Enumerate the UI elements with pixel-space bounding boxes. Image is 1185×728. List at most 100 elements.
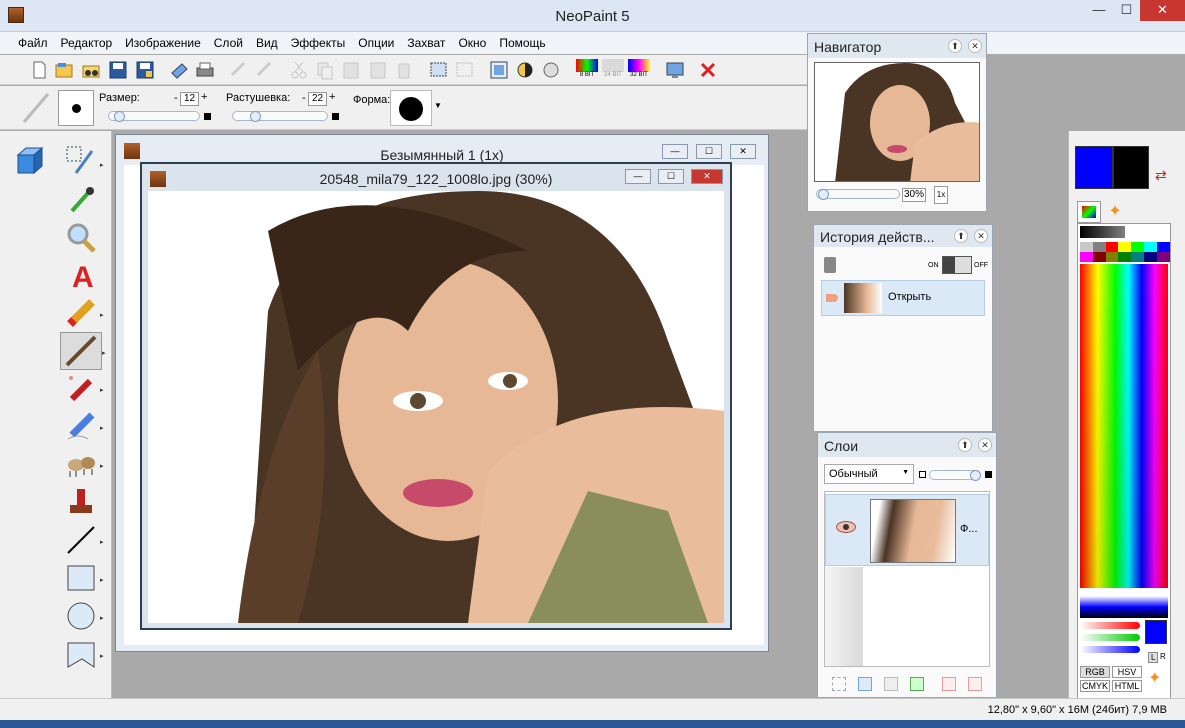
- color-swatch[interactable]: [1143, 252, 1157, 262]
- blue-slider[interactable]: [1080, 646, 1140, 653]
- color-swatch[interactable]: [1105, 252, 1119, 262]
- minimize-button[interactable]: —: [1085, 0, 1113, 21]
- shape-dropdown-icon[interactable]: ▼: [434, 101, 442, 110]
- history-item[interactable]: Открыть: [821, 280, 985, 316]
- cut-icon[interactable]: [288, 59, 310, 81]
- color-spectrum[interactable]: [1080, 264, 1168, 588]
- color-balance-icon[interactable]: [540, 59, 562, 81]
- color-swatch[interactable]: [1080, 242, 1093, 252]
- palette-tab-icon[interactable]: [1077, 201, 1101, 223]
- ellipse-tool-icon[interactable]: [64, 599, 100, 633]
- zoom-tool-icon[interactable]: [64, 221, 100, 255]
- history-toggle[interactable]: [942, 256, 972, 274]
- menu-view[interactable]: Вид: [248, 32, 283, 50]
- navigator-thumbnail[interactable]: [814, 62, 980, 182]
- print-icon[interactable]: [194, 59, 216, 81]
- layer-visibility-eye-icon[interactable]: [836, 521, 856, 533]
- doc-front-close-button[interactable]: ✕: [691, 169, 723, 184]
- color-swatch[interactable]: [1118, 242, 1132, 252]
- marker-tool-icon[interactable]: [64, 296, 100, 330]
- basic-swatches[interactable]: [1080, 242, 1170, 262]
- smudge-tool-arrow-icon[interactable]: ▸: [100, 424, 104, 432]
- navigator-zoom-knob[interactable]: [818, 189, 829, 200]
- color-swatch[interactable]: [1156, 242, 1170, 252]
- brush-tool-arrow-icon[interactable]: ▸: [102, 349, 106, 357]
- red-slider[interactable]: [1080, 622, 1140, 629]
- selection-tool-icon[interactable]: [64, 143, 100, 177]
- size-slider-knob[interactable]: [114, 111, 125, 122]
- stamp-animals-tool-icon[interactable]: [64, 447, 100, 481]
- layer-row[interactable]: Ф...: [825, 494, 989, 566]
- effects-tab-icon[interactable]: ✦: [1103, 201, 1127, 223]
- feather-plus[interactable]: +: [329, 91, 335, 103]
- 24bit-icon[interactable]: 24 BIT: [602, 59, 624, 81]
- menu-layer[interactable]: Слой: [206, 32, 248, 50]
- maximize-button[interactable]: ☐: [1113, 0, 1140, 21]
- doc-front-minimize-button[interactable]: —: [625, 169, 651, 184]
- select-all-icon[interactable]: [428, 59, 450, 81]
- save-as-icon[interactable]: [134, 59, 156, 81]
- text-tool-icon[interactable]: A: [64, 258, 100, 294]
- feather-minus[interactable]: -: [302, 92, 306, 104]
- delete-icon[interactable]: [393, 59, 415, 81]
- marker-tool-arrow-icon[interactable]: ▸: [100, 311, 104, 319]
- brush-tip-preview[interactable]: [58, 90, 94, 126]
- secondary-color-swatch[interactable]: [1113, 146, 1149, 189]
- rectangle-tool-icon[interactable]: [64, 561, 100, 595]
- history-pin-icon[interactable]: ⬆: [954, 229, 968, 243]
- merge-layer-icon[interactable]: [884, 677, 898, 691]
- layer-delete-icon[interactable]: [968, 677, 982, 691]
- 3d-cube-tool-icon[interactable]: [14, 143, 50, 177]
- size-plus[interactable]: +: [201, 91, 207, 103]
- undo-icon[interactable]: [228, 59, 250, 81]
- blend-mode-select[interactable]: Обычный ▼: [824, 464, 914, 484]
- stamp-tool-arrow-icon[interactable]: ▸: [100, 462, 104, 470]
- open-recent-icon[interactable]: [80, 59, 102, 81]
- color-swatch[interactable]: [1092, 252, 1106, 262]
- add-color-icon[interactable]: ✦: [1148, 668, 1161, 688]
- hue-bar[interactable]: [1080, 596, 1168, 618]
- doc-back-minimize-button[interactable]: —: [662, 144, 688, 159]
- menu-effects[interactable]: Эффекты: [283, 32, 351, 50]
- portrait-image[interactable]: [148, 191, 724, 623]
- history-trash-icon[interactable]: [824, 257, 836, 273]
- brightness-icon[interactable]: [514, 59, 536, 81]
- feather-slider-knob[interactable]: [250, 111, 261, 122]
- airbrush-tool-icon[interactable]: [64, 371, 100, 405]
- layers-close-icon[interactable]: ✕: [978, 438, 992, 452]
- shape-selector[interactable]: [390, 90, 432, 126]
- color-swatch[interactable]: [1143, 242, 1157, 252]
- scan-icon[interactable]: [168, 59, 190, 81]
- color-swatch[interactable]: [1118, 252, 1132, 262]
- hsv-mode-button[interactable]: HSV: [1112, 666, 1142, 678]
- html-mode-button[interactable]: HTML: [1112, 680, 1142, 692]
- rgb-mode-button[interactable]: RGB: [1080, 666, 1110, 678]
- doc-back-maximize-button[interactable]: ☐: [696, 144, 722, 159]
- line-tool-arrow-icon[interactable]: ▸: [100, 538, 104, 546]
- ellipse-tool-arrow-icon[interactable]: ▸: [100, 614, 104, 622]
- primary-color-swatch[interactable]: [1075, 146, 1113, 189]
- doc-front-maximize-button[interactable]: ☐: [658, 169, 684, 184]
- paste-icon[interactable]: [340, 59, 362, 81]
- resize-icon[interactable]: [488, 59, 510, 81]
- selection-tool-arrow-icon[interactable]: ▸: [100, 161, 104, 169]
- layer-opacity-knob[interactable]: [970, 470, 981, 481]
- feather-field[interactable]: 22: [308, 92, 327, 106]
- close-button[interactable]: ✕: [1140, 0, 1185, 21]
- polygon-tool-arrow-icon[interactable]: ▸: [100, 652, 104, 660]
- menu-help[interactable]: Помощь: [491, 32, 550, 50]
- menu-window[interactable]: Окно: [450, 32, 491, 50]
- smudge-tool-icon[interactable]: [64, 409, 100, 443]
- new-file-icon[interactable]: [28, 59, 50, 81]
- current-color-preview[interactable]: [1145, 620, 1167, 644]
- 8bit-icon[interactable]: 8 BIT: [576, 59, 598, 81]
- close-document-icon[interactable]: [697, 59, 719, 81]
- clone-stamp-tool-icon[interactable]: [64, 485, 100, 519]
- doc-back-close-button[interactable]: ✕: [730, 144, 756, 159]
- copy-icon[interactable]: [314, 59, 336, 81]
- swap-colors-icon[interactable]: ⇄: [1155, 167, 1167, 184]
- size-minus[interactable]: -: [174, 92, 178, 104]
- menu-options[interactable]: Опции: [350, 32, 399, 50]
- color-swatch[interactable]: [1156, 252, 1170, 262]
- color-swatch[interactable]: [1105, 242, 1119, 252]
